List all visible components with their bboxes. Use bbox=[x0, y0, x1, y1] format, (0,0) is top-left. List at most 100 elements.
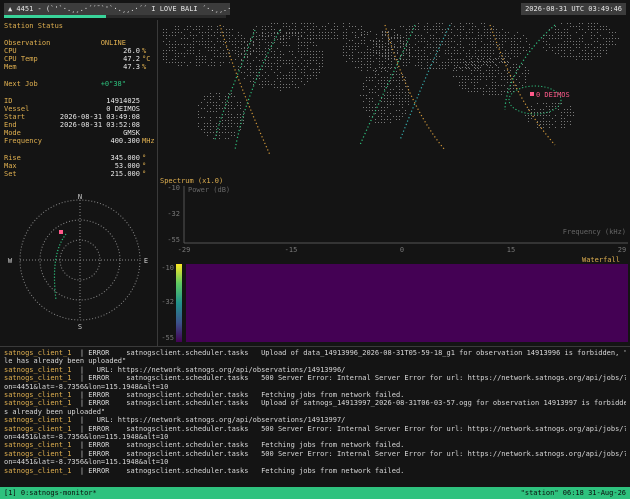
map-land-dot bbox=[388, 31, 389, 32]
map-land-dot bbox=[394, 38, 395, 39]
map-land-dot bbox=[235, 47, 236, 48]
spectrum-x-tick: 0 bbox=[400, 246, 404, 254]
map-land-dot bbox=[564, 118, 565, 119]
map-land-dot bbox=[319, 69, 320, 70]
map-land-dot bbox=[424, 50, 425, 51]
map-land-dot bbox=[519, 82, 520, 83]
map-land-dot bbox=[208, 44, 209, 45]
map-land-dot bbox=[292, 60, 293, 61]
map-land-dot bbox=[316, 69, 317, 70]
map-land-dot bbox=[298, 66, 299, 67]
map-land-dot bbox=[394, 29, 395, 30]
map-land-dot bbox=[370, 49, 371, 50]
map-land-dot bbox=[234, 123, 235, 124]
map-land-dot bbox=[549, 44, 550, 45]
map-land-dot bbox=[609, 44, 610, 45]
map-land-dot bbox=[442, 29, 443, 30]
map-land-dot bbox=[244, 78, 245, 79]
map-land-dot bbox=[405, 77, 406, 78]
map-land-dot bbox=[502, 53, 503, 54]
map-land-dot bbox=[358, 58, 359, 59]
tmux-window-tab[interactable]: [1] 0:satnogs-monitor* bbox=[4, 487, 97, 499]
map-land-dot bbox=[399, 83, 400, 84]
map-land-dot bbox=[469, 29, 470, 30]
map-land-dot bbox=[468, 64, 469, 65]
map-land-dot bbox=[181, 53, 182, 54]
map-land-dot bbox=[495, 76, 496, 77]
map-land-dot bbox=[558, 103, 559, 104]
map-land-dot bbox=[508, 38, 509, 39]
map-land-dot bbox=[213, 132, 214, 133]
map-land-dot bbox=[472, 23, 473, 24]
map-land-dot bbox=[379, 52, 380, 53]
map-land-dot bbox=[543, 127, 544, 128]
map-land-dot bbox=[514, 56, 515, 57]
map-land-dot bbox=[390, 74, 391, 75]
map-land-dot bbox=[570, 53, 571, 54]
map-land-dot bbox=[406, 49, 407, 50]
map-land-dot bbox=[412, 26, 413, 27]
map-land-dot bbox=[555, 121, 556, 122]
map-land-dot bbox=[427, 29, 428, 30]
map-land-dot bbox=[343, 46, 344, 47]
map-land-dot bbox=[361, 70, 362, 71]
map-land-dot bbox=[210, 132, 211, 133]
map-land-dot bbox=[243, 120, 244, 121]
map-land-dot bbox=[396, 80, 397, 81]
map-land-dot bbox=[210, 123, 211, 124]
map-land-dot bbox=[564, 41, 565, 42]
map-land-dot bbox=[211, 59, 212, 60]
map-land-dot bbox=[237, 126, 238, 127]
map-land-dot bbox=[573, 112, 574, 113]
map-land-dot bbox=[526, 38, 527, 39]
map-land-dot bbox=[198, 111, 199, 112]
map-land-dot bbox=[369, 110, 370, 111]
log-line: satnogs_client_1 | ERROR satnogsclient.s… bbox=[4, 441, 626, 449]
map-land-dot bbox=[193, 41, 194, 42]
map-land-dot bbox=[430, 47, 431, 48]
map-land-dot bbox=[537, 115, 538, 116]
map-land-dot bbox=[555, 38, 556, 39]
map-land-dot bbox=[505, 32, 506, 33]
map-land-dot bbox=[481, 41, 482, 42]
map-land-dot bbox=[361, 35, 362, 36]
map-land-dot bbox=[502, 62, 503, 63]
map-land-dot bbox=[228, 126, 229, 127]
map-land-dot bbox=[298, 45, 299, 46]
map-land-dot bbox=[313, 54, 314, 55]
map-land-dot bbox=[511, 50, 512, 51]
map-land-dot bbox=[352, 40, 353, 41]
map-land-dot bbox=[247, 69, 248, 70]
map-land-dot bbox=[187, 29, 188, 30]
map-land-dot bbox=[376, 41, 377, 42]
map-land-dot bbox=[406, 53, 407, 54]
map-land-dot bbox=[567, 112, 568, 113]
map-land-dot bbox=[366, 110, 367, 111]
map-land-dot bbox=[526, 50, 527, 51]
map-land-dot bbox=[561, 103, 562, 104]
map-land-dot bbox=[445, 41, 446, 42]
map-land-dot bbox=[367, 46, 368, 47]
map-land-dot bbox=[214, 56, 215, 57]
map-land-dot bbox=[238, 47, 239, 48]
id-value: 14914025 bbox=[106, 97, 140, 105]
map-land-dot bbox=[172, 44, 173, 45]
map-land-dot bbox=[409, 56, 410, 57]
map-land-dot bbox=[289, 72, 290, 73]
map-land-dot bbox=[292, 54, 293, 55]
map-land-dot bbox=[394, 59, 395, 60]
map-land-dot bbox=[166, 50, 167, 51]
map-land-dot bbox=[208, 47, 209, 48]
map-land-dot bbox=[462, 79, 463, 80]
map-land-dot bbox=[163, 56, 164, 57]
map-land-dot bbox=[397, 61, 398, 62]
map-land-dot bbox=[388, 34, 389, 35]
map-land-dot bbox=[424, 29, 425, 30]
map-land-dot bbox=[262, 35, 263, 36]
map-land-dot bbox=[400, 40, 401, 41]
cpu-label: CPU bbox=[4, 47, 17, 55]
map-land-dot bbox=[390, 122, 391, 123]
map-land-dot bbox=[502, 44, 503, 45]
map-land-dot bbox=[399, 80, 400, 81]
map-land-dot bbox=[382, 53, 383, 54]
